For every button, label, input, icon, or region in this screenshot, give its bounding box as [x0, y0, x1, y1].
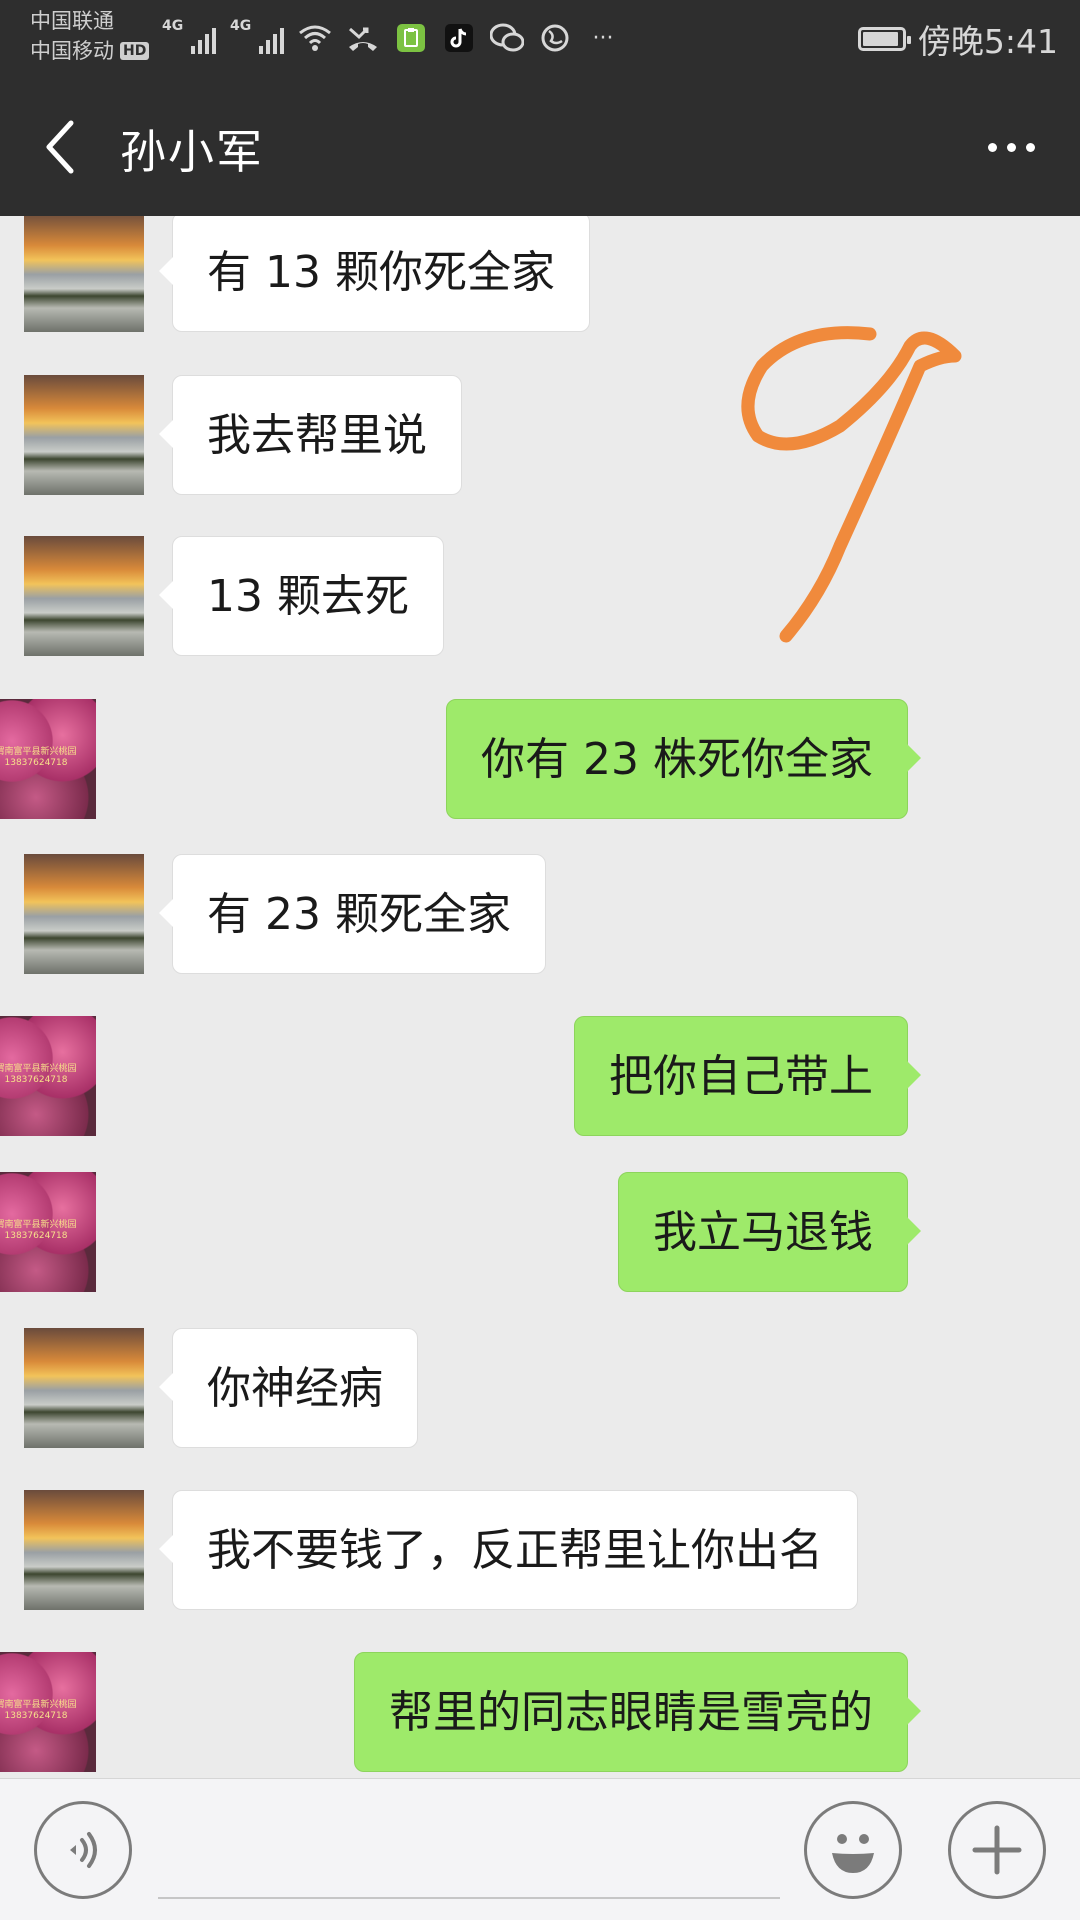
message-sent: 渭南富平县新兴桃园 13837624718 我立马退钱 [0, 1172, 1080, 1292]
message-bubble[interactable]: 帮里的同志眼睛是雪亮的 [354, 1652, 921, 1772]
contact-avatar[interactable] [24, 216, 144, 332]
avatar-caption: 渭南富平县新兴桃园 13837624718 [0, 1700, 77, 1721]
voice-icon [70, 1832, 97, 1868]
plus-icon [972, 1825, 1022, 1875]
status-bar: 中国联通 中国移动 HD 4G 4G ··· 傍晚5:41 [0, 0, 1080, 78]
wechat-icon [490, 21, 524, 55]
contact-avatar[interactable] [24, 1328, 144, 1448]
clipboard-app-icon [394, 21, 428, 55]
chevron-left-icon [46, 120, 74, 174]
message-sent: 渭南富平县新兴桃园 13837624718 你有 23 株死你全家 [0, 699, 1080, 819]
status-time: 傍晚5:41 [917, 22, 1058, 61]
self-avatar[interactable]: 渭南富平县新兴桃园 13837624718 [0, 699, 96, 819]
chat-title: 孙小军 [120, 125, 264, 179]
message-received: 我去帮里说 [0, 375, 1080, 495]
self-avatar[interactable]: 渭南富平县新兴桃园 13837624718 [0, 1172, 96, 1292]
hd-badge: HD [120, 42, 150, 60]
signal-icon: 4G [230, 18, 284, 58]
wifi-icon [298, 21, 332, 55]
message-bubble[interactable]: 把你自己带上 [574, 1016, 921, 1136]
carrier-1-label: 中国联通 [30, 9, 114, 33]
contact-avatar[interactable] [24, 536, 144, 656]
tiktok-icon [442, 21, 476, 55]
self-avatar[interactable]: 渭南富平县新兴桃园 13837624718 [0, 1652, 96, 1772]
message-bubble[interactable]: 13 颗去死 [159, 536, 444, 656]
carrier-line-2: 中国移动 HD [30, 36, 150, 66]
more-notifications-indicator: ··· [592, 25, 614, 51]
message-bubble[interactable]: 你有 23 株死你全家 [446, 699, 921, 819]
missed-call-icon [346, 21, 380, 55]
message-sent: 渭南富平县新兴桃园 13837624718 帮里的同志眼睛是雪亮的 [0, 1652, 1080, 1772]
message-input[interactable] [158, 1799, 780, 1899]
signal-icon: 4G [162, 18, 216, 58]
message-received: 13 颗去死 [0, 536, 1080, 656]
message-bubble[interactable]: 有 23 颗死全家 [159, 854, 546, 974]
more-actions-button[interactable] [948, 1801, 1046, 1899]
back-button[interactable] [30, 112, 90, 182]
emoji-icon [832, 1834, 874, 1873]
browser-icon [538, 21, 572, 55]
status-right: 傍晚5:41 [857, 0, 1058, 78]
message-bubble[interactable]: 你神经病 [159, 1328, 418, 1448]
contact-avatar[interactable] [24, 1490, 144, 1610]
more-options-button[interactable] [976, 122, 1046, 172]
carrier-info: 中国联通 中国移动 HD [30, 6, 150, 66]
message-list[interactable]: 有 13 颗你死全家 我去帮里说 13 颗去死 渭南富平县新兴桃园 138376… [0, 216, 1080, 1778]
message-received: 你神经病 [0, 1328, 1080, 1448]
message-bubble[interactable]: 有 13 颗你死全家 [159, 216, 590, 332]
network-type-1: 4G [162, 18, 184, 34]
status-icons: 4G 4G ··· [162, 14, 620, 62]
input-bar [0, 1778, 1080, 1920]
voice-button[interactable] [34, 1801, 132, 1899]
message-bubble[interactable]: 我立马退钱 [618, 1172, 921, 1292]
more-dots-icon [987, 142, 997, 152]
battery-icon [857, 27, 911, 51]
network-type-2: 4G [230, 18, 252, 34]
contact-avatar[interactable] [24, 854, 144, 974]
contact-avatar[interactable] [24, 375, 144, 495]
message-received: 我不要钱了，反正帮里让你出名 [0, 1490, 1080, 1610]
message-received: 有 13 颗你死全家 [0, 216, 1080, 332]
avatar-caption: 渭南富平县新兴桃园 13837624718 [0, 1064, 77, 1085]
chat-header: 孙小军 [0, 78, 1080, 216]
avatar-caption: 渭南富平县新兴桃园 13837624718 [0, 747, 77, 768]
message-bubble[interactable]: 我不要钱了，反正帮里让你出名 [159, 1490, 858, 1610]
carrier-line-1: 中国联通 [30, 6, 149, 36]
carrier-2-label: 中国移动 [30, 39, 114, 63]
avatar-caption: 渭南富平县新兴桃园 13837624718 [0, 1220, 77, 1241]
message-received: 有 23 颗死全家 [0, 854, 1080, 974]
message-bubble[interactable]: 我去帮里说 [159, 375, 462, 495]
emoji-button[interactable] [804, 1801, 902, 1899]
self-avatar[interactable]: 渭南富平县新兴桃园 13837624718 [0, 1016, 96, 1136]
message-sent: 渭南富平县新兴桃园 13837624718 把你自己带上 [0, 1016, 1080, 1136]
